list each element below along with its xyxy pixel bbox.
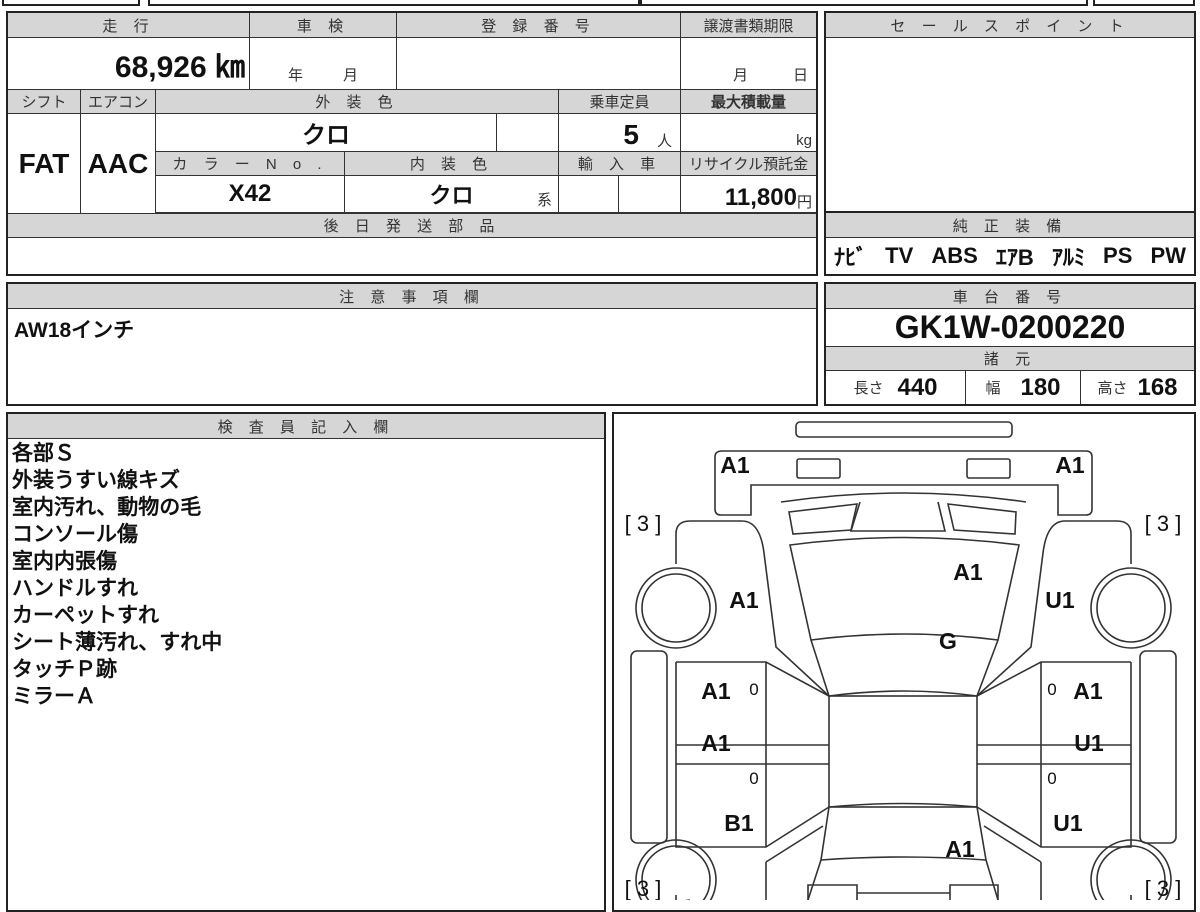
rear-left-door-grade: A1	[701, 730, 731, 756]
car-diagram: [ 3 ] [ 3 ] [ 3 ] [ 3 ] A1 A1 A1 A1 U1 G…	[625, 421, 1182, 900]
front-bumper-right-grade: A1	[1055, 452, 1085, 478]
rear-spoiler-shape	[795, 421, 1013, 438]
wheel-front-left	[635, 567, 717, 649]
front-bumper-shape	[714, 450, 1093, 516]
front-left-fender-grade: A1	[729, 587, 759, 613]
roof-shape	[828, 695, 978, 808]
hood-grade: A1	[953, 559, 983, 585]
tire-rr-label: [ 3 ]	[1145, 876, 1182, 900]
front-right-door-grade: A1	[1073, 678, 1103, 704]
headlight-right	[946, 503, 1017, 535]
headlight-left	[788, 503, 859, 535]
left-sill	[630, 650, 668, 844]
mark-zero: 0	[1047, 680, 1056, 699]
front-left-door-grade: A1	[701, 678, 731, 704]
mark-zero: 0	[1047, 769, 1056, 788]
hood-shape	[789, 536, 1020, 641]
rear-right-door-grade: U1	[1074, 730, 1104, 756]
rear-right-quarter-grade: U1	[1053, 810, 1083, 836]
rear-right-quarter-shape	[983, 825, 1132, 900]
front-bumper-left-grade: A1	[720, 452, 750, 478]
mark-zero: 0	[749, 680, 758, 699]
trunk-grade: A1	[945, 836, 975, 862]
fog-lamp-left	[796, 458, 841, 479]
trunk-shape	[807, 859, 999, 900]
fog-lamp-right	[966, 458, 1011, 479]
rear-bumper-shape	[807, 884, 999, 900]
tire-rl-label: [ 3 ]	[625, 876, 662, 900]
grille-shape	[780, 492, 1027, 532]
tire-fr-label: [ 3 ]	[1145, 511, 1182, 536]
mark-zero: 0	[749, 769, 758, 788]
front-right-fender-grade: U1	[1045, 587, 1075, 613]
tire-fl-label: [ 3 ]	[625, 511, 662, 536]
wheel-front-right	[1090, 567, 1172, 649]
windshield-grade: G	[939, 628, 957, 654]
right-sill	[1139, 650, 1177, 844]
rear-left-quarter-grade: B1	[724, 810, 754, 836]
rear-left-quarter-shape	[675, 825, 824, 900]
windshield-shape	[810, 639, 999, 697]
